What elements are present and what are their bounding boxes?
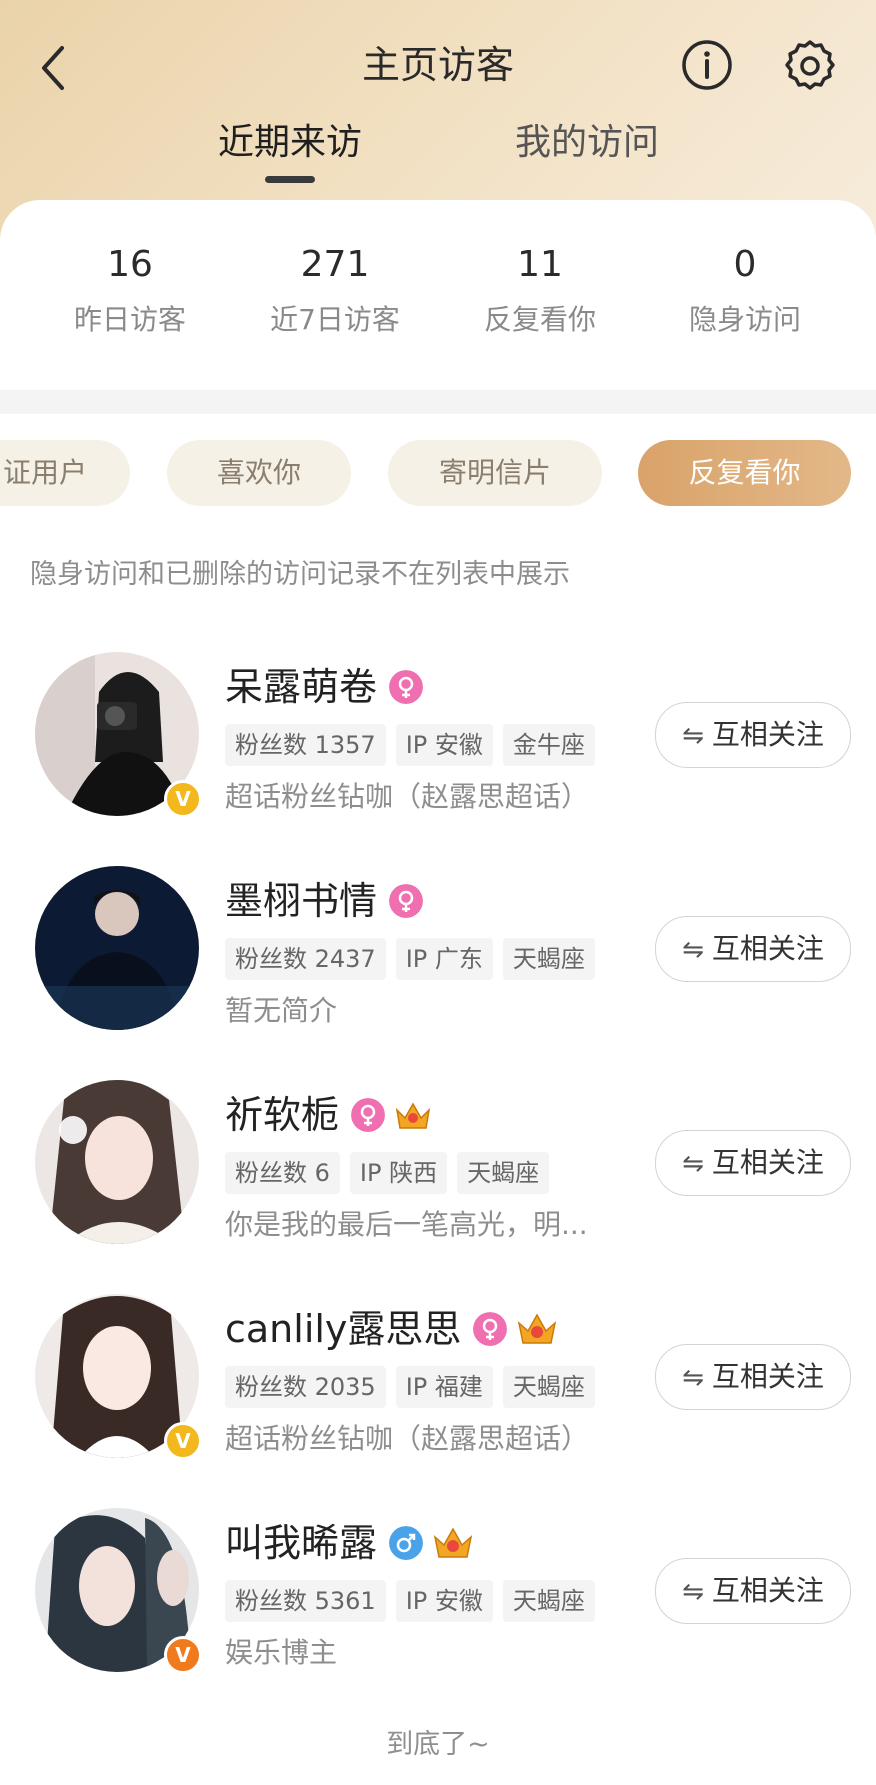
stats-card: 16 昨日访客 271 近7日访客 11 反复看你 0 隐身访问 — [0, 200, 876, 390]
tab-recent-visits[interactable]: 近期来访 — [218, 118, 362, 168]
settings-button[interactable] — [782, 38, 838, 94]
verified-badge-icon: V — [164, 780, 202, 818]
info-circle-icon — [682, 40, 732, 90]
tag-list: 粉丝数 5361 IP 安徽 天蝎座 — [225, 1580, 605, 1622]
list-item[interactable]: V 叫我晞露 粉丝数 5361 IP 安徽 天蝎座 娱乐博主 ⇋ 互相关注 — [0, 1508, 876, 1708]
tab-my-visits[interactable]: 我的访问 — [515, 118, 659, 168]
crown-icon — [518, 1313, 557, 1344]
gear-icon — [785, 40, 835, 90]
female-icon — [351, 1098, 386, 1132]
list-item[interactable]: V 呆露萌卷 粉丝数 1357 IP 安徽 金牛座 超话粉丝钻咖（赵露思超话） … — [0, 652, 876, 852]
zodiac-tag: 金牛座 — [502, 724, 595, 766]
male-icon — [389, 1526, 424, 1560]
stat-value: 16 — [107, 244, 153, 285]
zodiac-tag: 天蝎座 — [502, 1580, 595, 1622]
follow-label: 互相关注 — [711, 1146, 824, 1179]
fans-tag: 粉丝数 2437 — [225, 938, 386, 980]
filter-repeat-views[interactable]: 反复看你 — [638, 440, 851, 506]
fans-tag: 粉丝数 6 — [225, 1152, 340, 1194]
follow-label: 互相关注 — [711, 1360, 824, 1393]
avatar[interactable] — [35, 1080, 199, 1244]
visitor-name[interactable]: 呆露萌卷 — [225, 662, 377, 712]
filter-verified-users[interactable]: 证用户 — [0, 440, 130, 506]
stat-label: 昨日访客 — [73, 303, 186, 336]
page-title: 主页访客 — [361, 43, 514, 87]
visitor-name[interactable]: 墨栩书情 — [225, 876, 377, 926]
visitor-bio: 你是我的最后一笔高光，明... — [225, 1208, 588, 1241]
visitor-bio: 暂无简介 — [225, 994, 338, 1027]
tag-list: 粉丝数 6 IP 陕西 天蝎座 — [225, 1152, 559, 1194]
mutual-follow-button[interactable]: ⇋ 互相关注 — [655, 1558, 851, 1624]
crown-icon — [395, 1102, 431, 1129]
follow-label: 互相关注 — [711, 932, 824, 965]
list-item[interactable]: 祈软栀 粉丝数 6 IP 陕西 天蝎座 你是我的最后一笔高光，明... ⇋ 互相关… — [0, 1080, 876, 1280]
tab-active-indicator — [265, 176, 315, 183]
stat-label: 近7日访客 — [270, 303, 400, 336]
stat-label: 隐身访问 — [688, 303, 801, 336]
swap-arrows-icon: ⇋ — [682, 721, 704, 751]
tag-list: 粉丝数 1357 IP 安徽 金牛座 — [225, 724, 605, 766]
visitor-name[interactable]: 祈软栀 — [225, 1090, 339, 1140]
swap-arrows-icon: ⇋ — [682, 1363, 704, 1393]
ip-tag: IP 陕西 — [349, 1152, 448, 1194]
visitor-name[interactable]: canlily露思思 — [225, 1304, 461, 1354]
female-icon — [389, 884, 424, 918]
verified-badge-icon: V — [164, 1422, 202, 1460]
list-item[interactable]: V canlily露思思 粉丝数 2035 IP 福建 天蝎座 超话粉丝钻咖（赵… — [0, 1294, 876, 1494]
name-line: 呆露萌卷 — [225, 662, 424, 712]
stat-invisible[interactable]: 0 隐身访问 — [645, 240, 845, 340]
filter-postcard[interactable]: 寄明信片 — [388, 440, 602, 506]
info-button[interactable] — [680, 38, 734, 92]
visitor-name[interactable]: 叫我晞露 — [225, 1518, 377, 1568]
filter-likes-you[interactable]: 喜欢你 — [167, 440, 351, 506]
stat-repeat[interactable]: 11 反复看你 — [440, 240, 640, 340]
follow-label: 互相关注 — [711, 1574, 824, 1607]
visitor-bio: 超话粉丝钻咖（赵露思超话） — [225, 780, 590, 813]
list-item[interactable]: 墨栩书情 粉丝数 2437 IP 广东 天蝎座 暂无简介 ⇋ 互相关注 — [0, 866, 876, 1066]
mutual-follow-button[interactable]: ⇋ 互相关注 — [655, 916, 851, 982]
name-line: 祈软栀 — [225, 1090, 433, 1140]
zodiac-tag: 天蝎座 — [457, 1152, 550, 1194]
tag-list: 粉丝数 2035 IP 福建 天蝎座 — [225, 1366, 605, 1408]
swap-arrows-icon: ⇋ — [682, 935, 704, 965]
ip-tag: IP 安徽 — [395, 1580, 493, 1622]
ip-tag: IP 广东 — [395, 938, 493, 980]
notice-text: 隐身访问和已删除的访问记录不在列表中展示 — [30, 559, 570, 590]
ip-tag: IP 福建 — [395, 1366, 493, 1408]
zodiac-tag: 天蝎座 — [502, 1366, 595, 1408]
ip-tag: IP 安徽 — [395, 724, 493, 766]
crown-icon — [433, 1527, 473, 1558]
stat-yesterday[interactable]: 16 昨日访客 — [30, 240, 230, 340]
fans-tag: 粉丝数 5361 — [225, 1580, 386, 1622]
stat-7day[interactable]: 271 近7日访客 — [235, 240, 435, 340]
mutual-follow-button[interactable]: ⇋ 互相关注 — [655, 1344, 851, 1410]
avatar[interactable] — [35, 866, 199, 1030]
avatar-photo — [35, 1080, 199, 1244]
visitor-bio: 娱乐博主 — [225, 1636, 338, 1669]
name-line: 墨栩书情 — [225, 876, 424, 926]
fans-tag: 粉丝数 1357 — [225, 724, 386, 766]
stat-value: 271 — [300, 244, 370, 285]
mutual-follow-button[interactable]: ⇋ 互相关注 — [655, 702, 851, 768]
follow-label: 互相关注 — [711, 718, 824, 751]
female-icon — [473, 1312, 508, 1346]
section-divider — [0, 390, 876, 414]
stat-value: 11 — [517, 244, 563, 285]
swap-arrows-icon: ⇋ — [682, 1149, 704, 1179]
visitor-bio: 超话粉丝钻咖（赵露思超话） — [225, 1422, 590, 1455]
fans-tag: 粉丝数 2035 — [225, 1366, 386, 1408]
swap-arrows-icon: ⇋ — [682, 1577, 704, 1607]
tag-list: 粉丝数 2437 IP 广东 天蝎座 — [225, 938, 605, 980]
mutual-follow-button[interactable]: ⇋ 互相关注 — [655, 1130, 851, 1196]
end-of-list-text: 到底了~ — [386, 1729, 490, 1760]
name-line: canlily露思思 — [225, 1304, 559, 1354]
verified-badge-icon: V — [164, 1636, 202, 1674]
stat-value: 0 — [733, 244, 757, 285]
avatar-photo — [35, 866, 199, 1030]
name-line: 叫我晞露 — [225, 1518, 475, 1568]
zodiac-tag: 天蝎座 — [502, 938, 595, 980]
stat-label: 反复看你 — [483, 303, 596, 336]
female-icon — [389, 670, 424, 704]
